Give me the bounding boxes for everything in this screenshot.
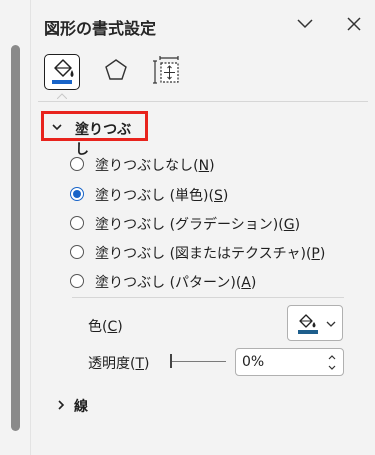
active-tab-pointer	[57, 93, 67, 99]
pane-options-button[interactable]	[293, 12, 317, 36]
tab-size-and-properties[interactable]	[150, 54, 186, 90]
radio-label: 塗りつぶし (単色)(S)	[95, 188, 229, 204]
close-button[interactable]	[342, 12, 366, 36]
scrollbar-thumb[interactable]	[11, 45, 20, 431]
spin-down-icon[interactable]	[327, 364, 337, 372]
radio-button[interactable]	[70, 187, 84, 201]
line-section-label: 線	[74, 399, 88, 415]
tab-effects[interactable]	[99, 54, 135, 90]
line-section-header[interactable]: 線	[50, 393, 130, 417]
chevron-down-icon	[297, 19, 313, 29]
chevron-down-icon	[52, 124, 62, 131]
panel-edge	[30, 0, 31, 455]
scrollbar-track[interactable]	[0, 0, 30, 455]
color-swatch	[298, 330, 318, 334]
transparency-slider-thumb[interactable]	[170, 354, 172, 368]
radio-label: 塗りつぶし (グラデーション)(G)	[95, 217, 301, 233]
radio-label: 塗りつぶし (図またはテクスチャ)(P)	[95, 246, 326, 262]
radio-button[interactable]	[70, 216, 84, 230]
spin-up-icon[interactable]	[327, 353, 337, 361]
fill-section-label: 塗りつぶし	[75, 122, 132, 158]
color-label: 色(C)	[88, 319, 123, 335]
size-properties-icon	[153, 56, 179, 84]
transparency-slider-track[interactable]	[170, 361, 226, 362]
radio-label: 塗りつぶし (パターン)(A)	[95, 275, 257, 291]
radio-button[interactable]	[70, 245, 84, 259]
pentagon-icon	[105, 59, 127, 80]
transparency-input[interactable]	[242, 353, 320, 371]
fill-section-header[interactable]: 塗りつぶし	[41, 111, 148, 158]
paint-bucket-icon	[298, 314, 318, 334]
fill-options-divider	[72, 297, 344, 298]
chevron-down-icon	[326, 321, 336, 327]
tab-fill-and-line[interactable]	[44, 54, 80, 90]
fill-color-button[interactable]	[287, 305, 343, 341]
pane-title: 図形の書式設定	[44, 19, 157, 38]
paint-bucket-icon	[52, 59, 74, 84]
radio-button[interactable]	[70, 274, 84, 288]
transparency-label: 透明度(T)	[88, 356, 150, 372]
radio-button[interactable]	[70, 157, 84, 171]
tabs-divider	[38, 101, 368, 102]
radio-label: 塗りつぶしなし(N)	[95, 158, 215, 174]
transparency-spinner[interactable]	[235, 348, 344, 376]
chevron-right-icon	[58, 400, 65, 410]
close-icon	[347, 17, 361, 31]
